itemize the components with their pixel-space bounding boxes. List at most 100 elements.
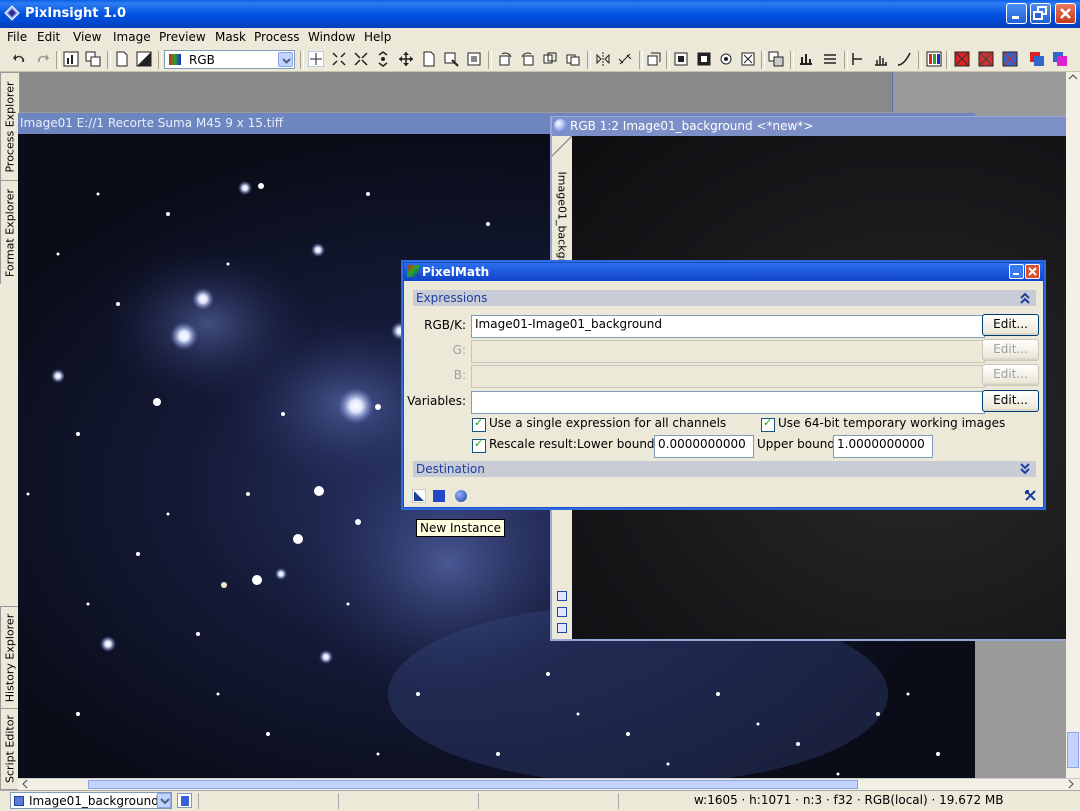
close-button[interactable]	[1055, 3, 1076, 24]
track-icon[interactable]	[850, 51, 866, 67]
chrominance-icon[interactable]	[1052, 51, 1068, 67]
side-panel-filler	[0, 284, 18, 606]
use-64bit-checkbox[interactable]	[761, 416, 775, 432]
blue-channel-icon[interactable]	[1002, 51, 1018, 67]
minimize-button[interactable]	[1006, 3, 1027, 24]
tab-history-explorer[interactable]: History Explorer	[0, 606, 20, 710]
mask-remove-icon[interactable]	[740, 51, 756, 67]
readout-cursor-icon[interactable]	[307, 50, 325, 68]
chevron-down-icon[interactable]	[157, 793, 171, 808]
rgbk-expression-input[interactable]: Image01-Image01_background	[471, 315, 985, 338]
redo-icon[interactable]	[34, 51, 50, 67]
stf-icon[interactable]	[798, 51, 814, 67]
pan-icon[interactable]	[398, 51, 414, 67]
vertical-scrollbar[interactable]	[1066, 72, 1080, 778]
menu-edit[interactable]: Edit	[37, 30, 60, 44]
curves-icon[interactable]	[896, 51, 912, 67]
mask-show-icon[interactable]	[718, 51, 734, 67]
variables-input[interactable]	[471, 391, 985, 414]
app-title-bar: PixInsight 1.0	[0, 0, 1080, 28]
view-option-icon[interactable]	[557, 623, 567, 633]
collapse-icon[interactable]	[1020, 292, 1030, 307]
mask-icon[interactable]	[673, 51, 689, 67]
rescale-result-checkbox[interactable]	[472, 437, 486, 453]
expand-icon[interactable]	[1020, 463, 1030, 478]
rotate180-icon[interactable]	[542, 51, 558, 67]
view-option-icon[interactable]	[557, 591, 567, 601]
minimize-button[interactable]	[1009, 264, 1024, 279]
tab-script-editor[interactable]: Script Editor	[0, 708, 20, 790]
scroll-thumb[interactable]	[88, 780, 858, 789]
reset-icon[interactable]	[1025, 490, 1036, 501]
mirror-icon[interactable]	[565, 51, 581, 67]
new-instance-icon[interactable]	[411, 488, 427, 504]
zoom-fit-icon[interactable]	[331, 51, 347, 67]
window-tile-icon[interactable]	[768, 51, 784, 67]
scroll-right-icon[interactable]	[1066, 779, 1076, 789]
close-button[interactable]	[1025, 264, 1040, 279]
scroll-up-icon[interactable]	[1068, 72, 1078, 84]
menu-view[interactable]: View	[73, 30, 101, 44]
rotate-icon[interactable]	[497, 51, 513, 67]
rotate-ccw-icon[interactable]	[520, 51, 536, 67]
scroll-left-icon[interactable]	[20, 779, 30, 789]
stf-reset-icon[interactable]	[822, 51, 838, 67]
apply-icon[interactable]	[433, 490, 445, 502]
zoom-in-icon[interactable]	[353, 51, 369, 67]
select-icon[interactable]	[466, 51, 482, 67]
horizontal-scrollbar[interactable]	[18, 778, 1080, 790]
b-expression-input[interactable]	[471, 365, 985, 388]
lower-bound-input[interactable]: 0.0000000000	[654, 435, 754, 458]
luminance-icon[interactable]	[1029, 51, 1045, 67]
new-view-icon[interactable]	[177, 793, 192, 808]
crop-icon[interactable]	[646, 51, 662, 67]
image-window-title: Image01 E://1 Recorte Suma M45 9 x 15.ti…	[20, 116, 284, 130]
pixelmath-title-bar[interactable]: PixelMath	[404, 263, 1043, 281]
maximize-button[interactable]	[1030, 3, 1051, 24]
single-expression-label: Use a single expression for all channels	[489, 416, 727, 430]
histogram-icon[interactable]	[873, 51, 889, 67]
view-selector-combo[interactable]: Image01_background	[10, 792, 172, 809]
channel-combo[interactable]: RGB	[164, 50, 295, 69]
menu-window[interactable]: Window	[308, 30, 355, 44]
menu-file[interactable]: File	[7, 30, 27, 44]
apply-global-icon[interactable]	[455, 490, 467, 502]
new-image-icon[interactable]	[114, 51, 130, 67]
zoom-out-icon[interactable]	[375, 51, 391, 67]
tab-format-explorer[interactable]: Format Explorer	[0, 180, 20, 286]
duplicate-icon[interactable]	[85, 51, 101, 67]
menu-image[interactable]: Image	[113, 30, 151, 44]
g-label: G:	[452, 343, 466, 357]
invert-icon[interactable]	[136, 51, 152, 67]
background-window-title-bar[interactable]: RGB 1:2 Image01_background <*new*>	[552, 117, 1068, 136]
scroll-thumb[interactable]	[1067, 732, 1079, 768]
upper-bound-input[interactable]: 1.0000000000	[833, 435, 933, 458]
destination-section-header[interactable]: Destination	[413, 461, 1036, 477]
rgbk-edit-button[interactable]: Edit...	[982, 314, 1039, 336]
g-expression-input[interactable]	[471, 340, 985, 363]
workspace-background	[18, 72, 892, 112]
statistics-icon[interactable]	[63, 51, 79, 67]
flip-vertical-icon[interactable]	[617, 51, 633, 67]
menu-help[interactable]: Help	[364, 30, 391, 44]
edit-preview-icon[interactable]	[443, 51, 459, 67]
menu-process[interactable]: Process	[254, 30, 300, 44]
view-option-icon[interactable]	[557, 607, 567, 617]
red-channel-icon[interactable]	[954, 51, 970, 67]
mask-invert-icon[interactable]	[696, 51, 712, 67]
new-preview-icon[interactable]	[421, 51, 437, 67]
undo-icon[interactable]	[12, 51, 28, 67]
flip-horizontal-icon[interactable]	[595, 51, 611, 67]
variables-edit-button[interactable]: Edit...	[982, 390, 1039, 412]
b-edit-button[interactable]: Edit...	[982, 364, 1039, 386]
green-channel-icon[interactable]	[978, 51, 994, 67]
single-expression-checkbox[interactable]	[472, 416, 486, 432]
chevron-down-icon[interactable]	[278, 52, 293, 67]
expressions-section-header[interactable]: Expressions	[413, 290, 1036, 306]
b-label: B:	[453, 368, 466, 382]
menu-mask[interactable]: Mask	[215, 30, 246, 44]
menu-preview[interactable]: Preview	[159, 30, 206, 44]
g-edit-button[interactable]: Edit...	[982, 339, 1039, 361]
rgb-channels-icon[interactable]	[926, 51, 942, 67]
tab-process-explorer[interactable]: Process Explorer	[0, 72, 20, 182]
